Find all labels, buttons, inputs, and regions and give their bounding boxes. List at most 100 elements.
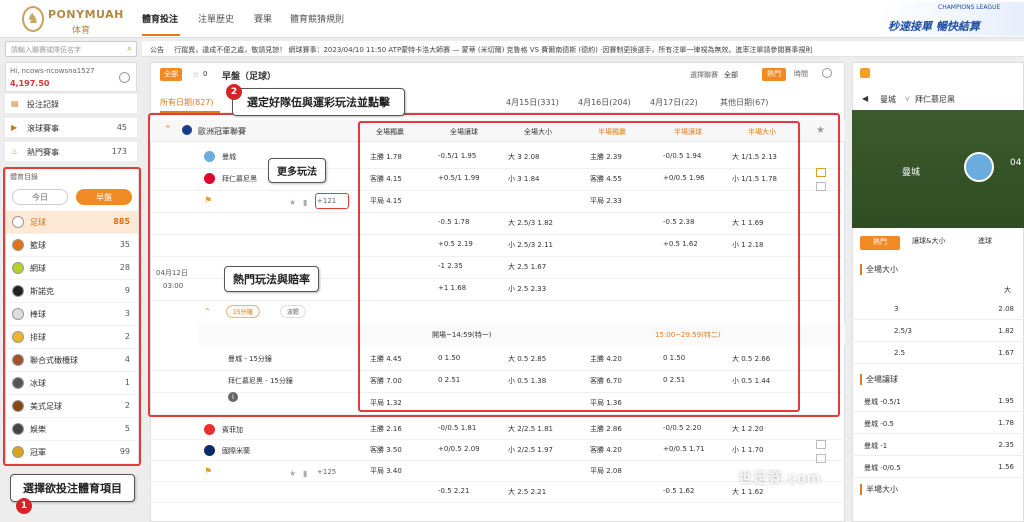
- section-title: 早盤（足球）: [222, 72, 277, 82]
- right-handicap-row[interactable]: 曼城 -0/0.5 1.56: [852, 456, 1024, 478]
- right-section-ht-ou: 半場大小: [860, 484, 898, 495]
- sidebar-item-hot[interactable]: ♨ 熱門賽事 173: [5, 142, 137, 162]
- right-section-ou-head: 大: [1004, 286, 1011, 294]
- sidebar-item-count: 45: [116, 123, 127, 132]
- nav-link-rules[interactable]: 體育競猜規則: [290, 12, 344, 25]
- next-stats-board-icon[interactable]: [816, 454, 826, 463]
- right-ou-row[interactable]: 2.5/3 1.82: [852, 320, 1024, 342]
- next-odds-cell[interactable]: -0/0.5 1.81: [438, 424, 476, 432]
- sort-time-button[interactable]: 時間: [790, 68, 812, 81]
- star-icon[interactable]: ☆: [192, 70, 199, 79]
- right-tab-handicap-ou[interactable]: 讓球&大小: [912, 236, 945, 246]
- tab-all[interactable]: 全部: [160, 68, 182, 81]
- star-count: 0: [203, 70, 208, 78]
- next-odds-cell[interactable]: 主勝 2.86: [590, 424, 622, 434]
- sidebar-item-live[interactable]: ▶ 滾球賽事 45: [5, 118, 137, 138]
- match-visual: 曼城 04: [852, 110, 1024, 228]
- date-tab-all[interactable]: 所有日期(827): [160, 97, 214, 108]
- date-tab-apr17[interactable]: 4月17日(22): [650, 97, 698, 108]
- search-placeholder: 請輸入聯賽或隊伍名字: [11, 46, 81, 54]
- right-tab-goals[interactable]: 進球: [978, 236, 992, 246]
- right-handicap-odds: 1.78: [998, 419, 1014, 427]
- next-chart-icon[interactable]: ▮: [303, 469, 307, 478]
- date-tab-other[interactable]: 其他日期(67): [720, 97, 768, 108]
- annotation-sports-box: [3, 167, 141, 466]
- next-odds-cell[interactable]: 平局 3.40: [370, 466, 402, 476]
- right-section-ou: 全場大小: [860, 264, 898, 275]
- next-live-tv-icon[interactable]: [816, 440, 826, 449]
- settings-icon[interactable]: [822, 68, 832, 78]
- sidebar-item-label: 投注記錄: [27, 100, 59, 109]
- sidebar-item-count: 173: [111, 147, 127, 156]
- next-odds-cell[interactable]: 客勝 3.50: [370, 445, 402, 455]
- right-handicap-row[interactable]: 曼城 -1 2.35: [852, 434, 1024, 456]
- nav-link-bet-history[interactable]: 注單歷史: [198, 12, 234, 25]
- right-ou-row[interactable]: 2.5 1.67: [852, 342, 1024, 364]
- right-handicap-row[interactable]: 曼城 -0.5/1 1.95: [852, 390, 1024, 412]
- right-handicap-line: 曼城 -0.5/1: [864, 398, 901, 406]
- refresh-icon[interactable]: [119, 72, 130, 83]
- next-row-divider: [150, 460, 845, 461]
- right-ou-line: 2.5: [894, 349, 906, 357]
- annotation-odds-box: [358, 121, 800, 412]
- champions-league-badge: CHAMPIONS LEAGUE: [938, 4, 1001, 11]
- league-filter-select[interactable]: 全部: [724, 70, 738, 80]
- right-ou-odds: 1.67: [998, 349, 1014, 357]
- right-tab-hot[interactable]: 熱門: [860, 236, 900, 250]
- next-more-markets-link[interactable]: +125: [317, 468, 336, 476]
- promo-text: 秒速接單 暢快結算: [888, 20, 980, 33]
- next-stats-icon[interactable]: ⚑: [204, 467, 212, 477]
- right-handicap-row[interactable]: 曼城 -0.5 1.78: [852, 412, 1024, 434]
- man-city-logo-icon: [964, 152, 994, 182]
- next-row-divider: [150, 502, 845, 503]
- search-icon[interactable]: ⌕: [127, 44, 132, 54]
- announcement-label: 公告: [150, 46, 164, 54]
- top-navbar: ♞ PONYMUAH 体育 體育投注 注單歷史 賽果 體育競猜規則 CHAMPI…: [0, 0, 1024, 38]
- date-tab-apr15[interactable]: 4月15日(331): [506, 97, 559, 108]
- balance: 4,197.50: [10, 79, 50, 88]
- benfica-crest-icon: [204, 424, 215, 435]
- next-odds-cell[interactable]: 大 2/2.5 1.81: [508, 424, 553, 434]
- next-odds-cell[interactable]: -0.5 2.21: [438, 487, 469, 495]
- right-handicap-line: 曼城 -0.5: [864, 420, 894, 428]
- announcement-bar: 公告 行蹤異，違成不便之處，敬請見諒！ 網球賽事：2023/04/10 11:5…: [142, 41, 1024, 57]
- next-favorite-icon[interactable]: ★: [289, 469, 296, 478]
- search-input[interactable]: 請輸入聯賽或隊伍名字 ⌕: [5, 41, 137, 57]
- next-odds-cell[interactable]: 小 1 1.70: [732, 445, 764, 455]
- username: Hi, ncows-ncowsnа1527: [10, 67, 95, 75]
- nav-link-results[interactable]: 賽果: [254, 12, 272, 25]
- next-odds-cell[interactable]: +0/0.5 1.71: [663, 445, 705, 453]
- next-odds-cell[interactable]: +0/0.5 2.09: [438, 445, 480, 453]
- next-odds-cell[interactable]: -0/0.5 2.20: [663, 424, 701, 432]
- next-away-team[interactable]: 國際米蘭: [222, 446, 250, 456]
- brand-logo[interactable]: ♞ PONYMUAH 体育: [22, 4, 124, 36]
- next-home-team[interactable]: 賓菲加: [222, 425, 243, 435]
- next-odds-cell[interactable]: 平局 2.08: [590, 466, 622, 476]
- next-odds-cell[interactable]: 大 1 1.62: [732, 487, 764, 497]
- next-odds-cell[interactable]: -0.5 1.62: [663, 487, 694, 495]
- right-ou-line: 2.5/3: [894, 327, 912, 335]
- right-ou-row[interactable]: 3 2.08: [852, 298, 1024, 320]
- sidebar-item-label: 滾球賽事: [27, 124, 59, 133]
- date-tab-apr16[interactable]: 4月16日(204): [578, 97, 631, 108]
- annotation-more-box: [315, 193, 349, 209]
- next-odds-cell[interactable]: 大 2.5 2.21: [508, 487, 546, 497]
- next-odds-cell[interactable]: 主勝 2.16: [370, 424, 402, 434]
- nav-link-sports-betting[interactable]: 體育投注: [142, 12, 178, 25]
- callout-step1: 選擇欲投注體育項目: [10, 474, 135, 502]
- brand-name: PONYMUAH: [48, 8, 124, 21]
- fire-icon: ♨: [11, 147, 19, 156]
- sidebar-item-bet-records[interactable]: ▤ 投注記錄: [5, 94, 137, 114]
- detail-away: 拜仁慕尼黑: [915, 95, 955, 104]
- league-filter-label: 選擇聯賽: [690, 71, 718, 79]
- next-odds-cell[interactable]: 小 2/2.5 1.97: [508, 445, 553, 455]
- promo-banner[interactable]: CHAMPIONS LEAGUE 秒速接單 暢快結算: [880, 2, 1024, 36]
- sort-hot-button[interactable]: 熱門: [762, 68, 786, 81]
- next-odds-cell[interactable]: 客勝 4.20: [590, 445, 622, 455]
- inter-crest-icon: [204, 445, 215, 456]
- back-icon[interactable]: ◀: [862, 94, 868, 103]
- right-handicap-odds: 1.56: [998, 463, 1014, 471]
- next-odds-cell[interactable]: 大 1 2.20: [732, 424, 764, 434]
- brand-mark-icon: ♞: [22, 6, 44, 32]
- betslip-icon[interactable]: [860, 68, 870, 78]
